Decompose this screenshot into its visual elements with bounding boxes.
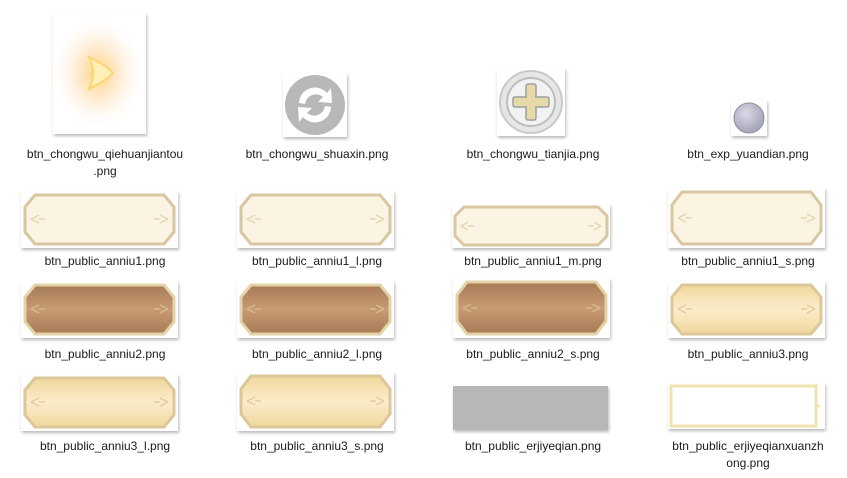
cream-button-icon [668,188,825,248]
file-tile[interactable]: btn_public_anniu1.png [0,185,210,275]
gold-button-icon [21,374,178,431]
white-tab-icon [668,383,825,429]
file-tile[interactable]: btn_exp_yuandian.png [643,0,847,185]
file-tile[interactable]: btn_public_anniu2.png [0,275,210,367]
brown-button-icon [237,281,394,338]
file-name: btn_public_anniu2.png [44,347,166,361]
grey-tab-icon [453,386,608,430]
file-name: btn_public_anniu2_l.png [251,347,383,361]
file-tile[interactable]: btn_public_erjiyeqian.png [428,367,638,478]
file-name: btn_public_anniu1_m.png [464,254,602,268]
file-tile[interactable]: btn_chongwu_shuaxin.png [212,0,422,185]
file-tile[interactable]: btn_public_anniu1_m.png [428,185,638,275]
brown-button-icon [21,281,178,338]
file-tile[interactable]: btn_public_anniu3_l.png [0,367,210,478]
file-name: btn_exp_yuandian.png [687,147,809,161]
file-name: btn_chongwu_tianjia.png [466,147,600,161]
file-name: btn_public_anniu3_s.png [250,439,384,453]
gold-button-icon [668,281,825,338]
grey-dot-icon [731,100,767,136]
orange-glow-arrow-icon [53,13,146,134]
cream-button-icon [21,191,178,248]
file-tile[interactable]: btn_chongwu_tianjia.png [428,0,638,185]
file-name: btn_public_erjiyeqian.png [464,439,602,453]
brown-button-icon [453,278,610,338]
file-name: btn_public_anniu1_l.png [251,254,383,268]
file-tile[interactable]: btn_chongwu_qiehuanjiantou .png [0,0,210,185]
file-name: btn_public_erjiyeqianxuanzh ong.png [672,439,824,470]
file-name: btn_public_anniu1_s.png [681,254,815,268]
cream-button-icon [452,204,610,248]
refresh-icon [283,73,347,137]
file-tile[interactable]: btn_public_anniu2_s.png [428,275,638,367]
file-name: btn_public_anniu3_l.png [39,439,171,453]
file-tile[interactable]: btn_public_anniu1_s.png [643,185,847,275]
file-tile[interactable]: btn_public_anniu3_s.png [212,367,422,478]
gold-button-icon [237,372,394,431]
plus-icon [497,68,565,136]
file-name: btn_public_anniu2_s.png [466,347,600,361]
file-name: btn_public_anniu1.png [44,254,166,268]
file-name: btn_chongwu_qiehuanjiantou .png [26,147,184,178]
cream-button-icon [237,191,394,248]
file-tile[interactable]: btn_public_anniu3.png [643,275,847,367]
file-tile[interactable]: btn_public_anniu1_l.png [212,185,422,275]
file-tile[interactable]: btn_public_anniu2_l.png [212,275,422,367]
file-name: btn_chongwu_shuaxin.png [245,147,389,161]
file-name: btn_public_anniu3.png [687,347,809,361]
file-tile[interactable]: btn_public_erjiyeqianxuanzh ong.png [643,367,847,478]
